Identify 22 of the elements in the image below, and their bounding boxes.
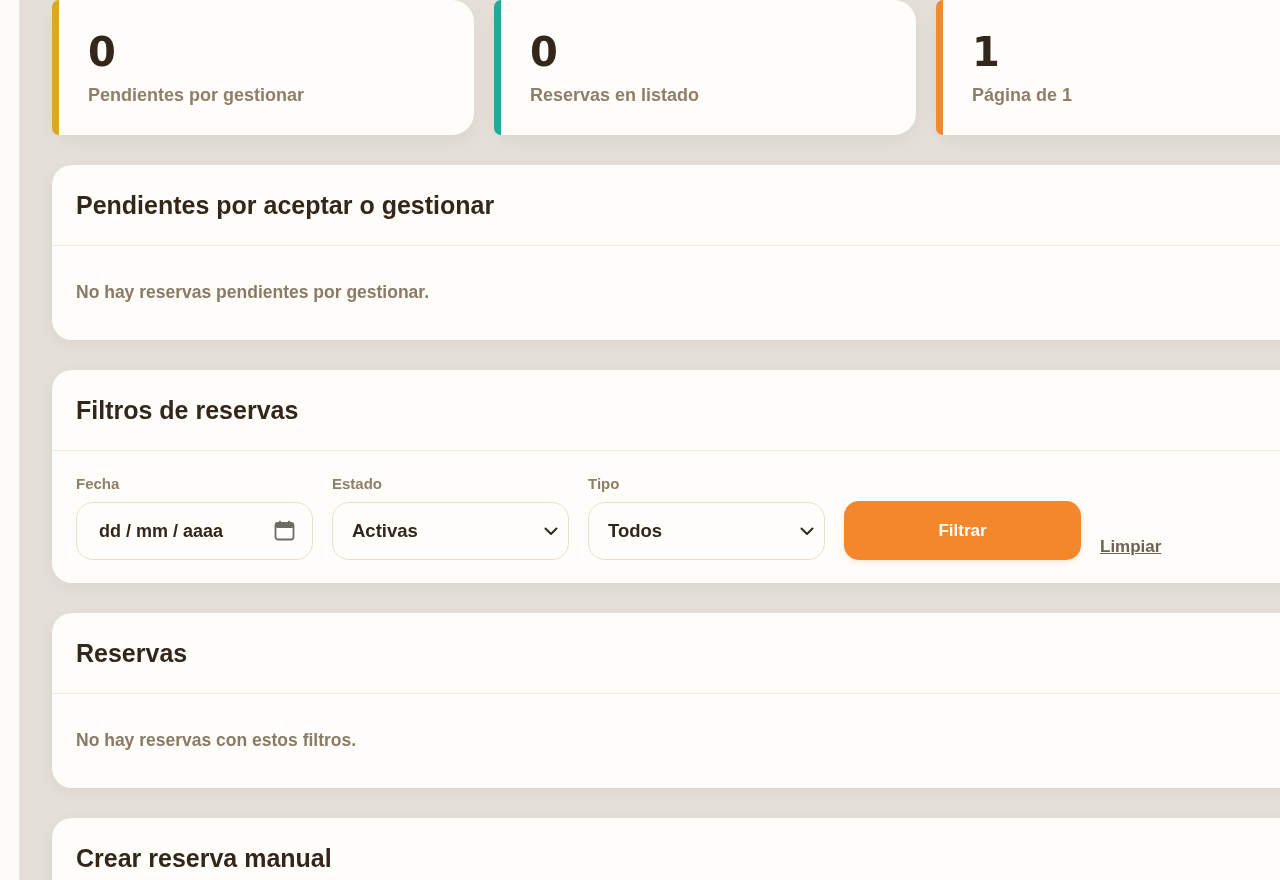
field-label: Fecha: [76, 475, 120, 493]
stat-label: Pendientes por gestionar: [88, 84, 305, 106]
select-field[interactable]: Activas: [332, 502, 569, 560]
stat-value: 0: [530, 30, 558, 74]
panel-title: Reservas: [76, 638, 188, 668]
field-label: Tipo: [588, 475, 620, 493]
clear-link[interactable]: Limpiar: [1100, 536, 1162, 558]
panel-title: Pendientes por aceptar o gestionar: [76, 190, 495, 220]
select-field[interactable]: Todos: [588, 502, 825, 560]
date-field[interactable]: dd / mm / aaaa: [76, 502, 313, 560]
panel-title: Filtros de reservas: [76, 395, 299, 425]
chevron-down-icon: [800, 526, 814, 536]
panel-title: Crear reserva manual: [76, 843, 332, 873]
chevron-down-icon: [544, 526, 558, 536]
calendar-icon[interactable]: [274, 520, 295, 541]
field-label: Estado: [332, 475, 382, 493]
empty-message: No hay reservas pendientes por gestionar.: [76, 282, 430, 303]
stat-value: 1: [972, 30, 1000, 74]
stat-label: Reservas en listado: [530, 84, 700, 106]
stat-value: 0: [88, 30, 116, 74]
stat-label: Página de 1: [972, 84, 1073, 106]
empty-message: No hay reservas con estos filtros.: [76, 730, 357, 751]
